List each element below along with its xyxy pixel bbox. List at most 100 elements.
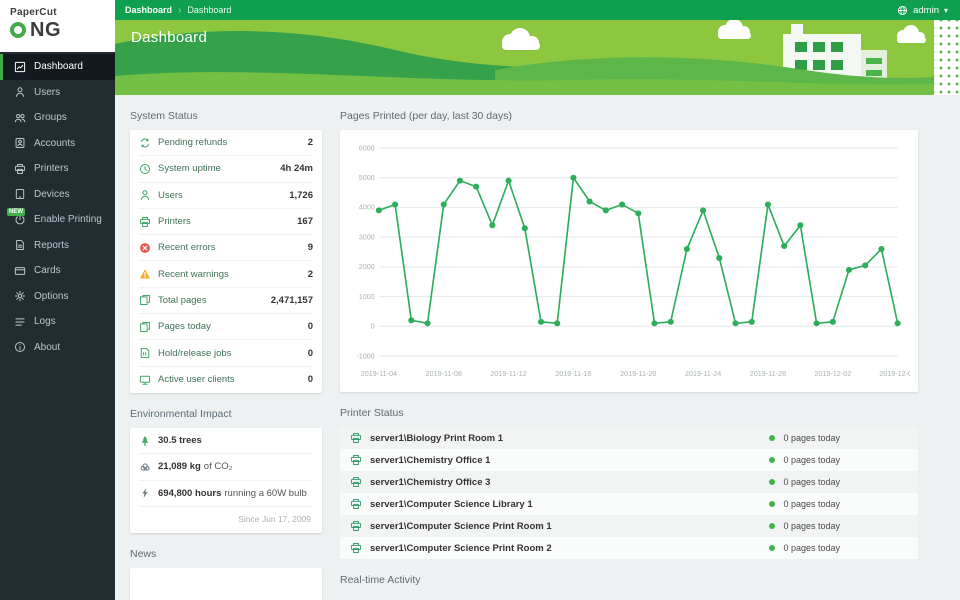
status-row-active-clients: Active user clients 0 bbox=[139, 367, 313, 393]
status-link-recent-errors[interactable]: Recent errors bbox=[158, 242, 301, 253]
env-row-co2: 21,089 kgof CO₂ bbox=[139, 454, 313, 480]
printer-pages-today: 0 pages today bbox=[783, 543, 840, 553]
svg-text:2019-11-28: 2019-11-28 bbox=[750, 370, 786, 378]
printer-status-title: Printer Status bbox=[340, 407, 918, 419]
env-text: 21,089 kgof CO₂ bbox=[158, 461, 232, 472]
banner-illustration bbox=[115, 20, 960, 95]
sidebar-item-users[interactable]: Users bbox=[0, 80, 115, 106]
printer-link[interactable]: server1\Computer Science Library 1 bbox=[370, 499, 761, 510]
sidebar-item-label: Printers bbox=[34, 163, 68, 174]
system-status-title: System Status bbox=[130, 110, 322, 122]
printer-link[interactable]: server1\Chemistry Office 3 bbox=[370, 477, 761, 488]
printer-link[interactable]: server1\Biology Print Room 1 bbox=[370, 433, 761, 444]
sidebar-item-accounts[interactable]: Accounts bbox=[0, 131, 115, 157]
svg-text:2019-11-16: 2019-11-16 bbox=[555, 370, 591, 378]
sidebar-item-label: Accounts bbox=[34, 138, 75, 149]
sidebar-item-printers[interactable]: Printers bbox=[0, 156, 115, 182]
accounts-icon bbox=[14, 137, 26, 149]
pages-printed-title: Pages Printed (per day, last 30 days) bbox=[340, 110, 918, 122]
sidebar-item-reports[interactable]: Reports bbox=[0, 233, 115, 259]
papercut-logo[interactable]: PaperCut NG bbox=[0, 0, 115, 52]
logo-mark-icon bbox=[10, 22, 26, 38]
sidebar-item-options[interactable]: Options bbox=[0, 284, 115, 310]
printer-link[interactable]: server1\Computer Science Print Room 2 bbox=[370, 543, 761, 554]
groups-icon bbox=[14, 112, 26, 124]
svg-text:5000: 5000 bbox=[359, 174, 375, 182]
sidebar-item-devices[interactable]: Devices bbox=[0, 182, 115, 208]
status-link-pages-today[interactable]: Pages today bbox=[158, 321, 301, 332]
status-value: 0 bbox=[308, 374, 313, 385]
status-link-pending-refunds[interactable]: Pending refunds bbox=[158, 137, 301, 148]
status-link-recent-warnings[interactable]: Recent warnings bbox=[158, 269, 301, 280]
status-row-recent-errors: Recent errors9 bbox=[139, 235, 313, 261]
sidebar-item-logs[interactable]: Logs bbox=[0, 309, 115, 335]
breadcrumb-current[interactable]: Dashboard bbox=[187, 5, 231, 15]
status-dot-icon bbox=[769, 545, 775, 551]
caret-down-icon: ▾ bbox=[944, 6, 948, 15]
error-icon bbox=[139, 242, 151, 254]
status-link-active-clients[interactable]: Active user clients bbox=[158, 374, 301, 385]
status-link-system-uptime[interactable]: System uptime bbox=[158, 163, 273, 174]
printer-icon bbox=[350, 432, 362, 444]
printer-row[interactable]: server1\Computer Science Print Room 2 0 p… bbox=[340, 537, 918, 559]
pages-icon bbox=[139, 321, 151, 333]
status-link-printers[interactable]: Printers bbox=[158, 216, 290, 227]
status-link-hold-release[interactable]: Hold/release jobs bbox=[158, 348, 301, 359]
printer-pages-today: 0 pages today bbox=[783, 433, 840, 443]
sidebar-item-groups[interactable]: Groups bbox=[0, 105, 115, 131]
svg-text:3000: 3000 bbox=[359, 234, 375, 242]
users-icon bbox=[14, 86, 26, 98]
status-value: 0 bbox=[308, 348, 313, 359]
env-since-date: Since Jun 17, 2009 bbox=[139, 507, 313, 533]
printer-icon bbox=[350, 476, 362, 488]
status-value: 0 bbox=[308, 321, 313, 332]
printer-row[interactable]: server1\Computer Science Print Room 10 p… bbox=[340, 515, 918, 537]
header-banner: Dashboard bbox=[115, 20, 960, 95]
svg-text:2019-12-06: 2019-12-06 bbox=[879, 370, 910, 378]
printer-pages-today: 0 pages today bbox=[783, 499, 840, 509]
svg-text:2019-11-20: 2019-11-20 bbox=[620, 370, 656, 378]
devices-icon bbox=[14, 188, 26, 200]
env-text: 30.5 trees bbox=[158, 435, 205, 446]
left-column: System Status Pending refunds 2 System up… bbox=[130, 95, 322, 600]
status-dot-icon bbox=[769, 479, 775, 485]
svg-text:2019-11-24: 2019-11-24 bbox=[685, 370, 721, 378]
status-link-total-pages[interactable]: Total pages bbox=[158, 295, 264, 306]
right-column: Pages Printed (per day, last 30 days) -1… bbox=[340, 95, 918, 600]
printer-row[interactable]: server1\Chemistry Office 3 0 pages today bbox=[340, 471, 918, 493]
printer-icon bbox=[350, 520, 362, 532]
svg-text:4000: 4000 bbox=[359, 204, 375, 212]
pages-printed-chart: -100001000200030004000500060002019-11-04… bbox=[348, 136, 910, 386]
logo-text-ng: NG bbox=[30, 20, 61, 40]
status-value: 2 bbox=[308, 137, 313, 148]
printer-pages-today: 0 pages today bbox=[783, 477, 840, 487]
status-row-hold-release: Hold/release jobs 0 bbox=[139, 340, 313, 366]
status-value: 1,726 bbox=[289, 190, 313, 201]
news-title: News bbox=[130, 548, 322, 560]
status-value: 2 bbox=[308, 269, 313, 280]
env-row-bulb: 694,800 hoursrunning a 60W bulb bbox=[139, 481, 313, 507]
sidebar-item-enable-printing[interactable]: NEWEnable Printing bbox=[0, 207, 115, 233]
sidebar-item-label: Logs bbox=[34, 316, 56, 327]
sidebar-item-label: Users bbox=[34, 87, 60, 98]
sidebar-item-label: Groups bbox=[34, 112, 67, 123]
status-link-users[interactable]: Users bbox=[158, 190, 282, 201]
environmental-impact-card: 30.5 trees 21,089 kgof CO₂ 694,800 hours… bbox=[130, 428, 322, 533]
printer-link[interactable]: server1\Computer Science Print Room 1 bbox=[370, 521, 761, 532]
pages-printed-card: -100001000200030004000500060002019-11-04… bbox=[340, 130, 918, 392]
user-menu[interactable]: admin ▾ bbox=[897, 5, 948, 16]
gear-icon bbox=[14, 290, 26, 302]
sidebar-item-cards[interactable]: Cards bbox=[0, 258, 115, 284]
printer-icon bbox=[139, 216, 151, 228]
status-row-total-pages: Total pages2,471,157 bbox=[139, 288, 313, 314]
svg-text:2019-11-08: 2019-11-08 bbox=[426, 370, 462, 378]
breadcrumb-dashboard[interactable]: Dashboard bbox=[125, 5, 172, 15]
svg-text:-1000: -1000 bbox=[356, 352, 374, 360]
printer-row[interactable]: server1\Computer Science Library 1 0 page… bbox=[340, 493, 918, 515]
sidebar-item-about[interactable]: About bbox=[0, 335, 115, 361]
printer-link[interactable]: server1\Chemistry Office 1 bbox=[370, 455, 761, 466]
hold-icon bbox=[139, 347, 151, 359]
printer-row[interactable]: server1\Chemistry Office 10 pages today bbox=[340, 449, 918, 471]
sidebar-item-dashboard[interactable]: Dashboard bbox=[0, 54, 115, 80]
printer-row[interactable]: server1\Biology Print Room 1 0 pages toda… bbox=[340, 427, 918, 449]
